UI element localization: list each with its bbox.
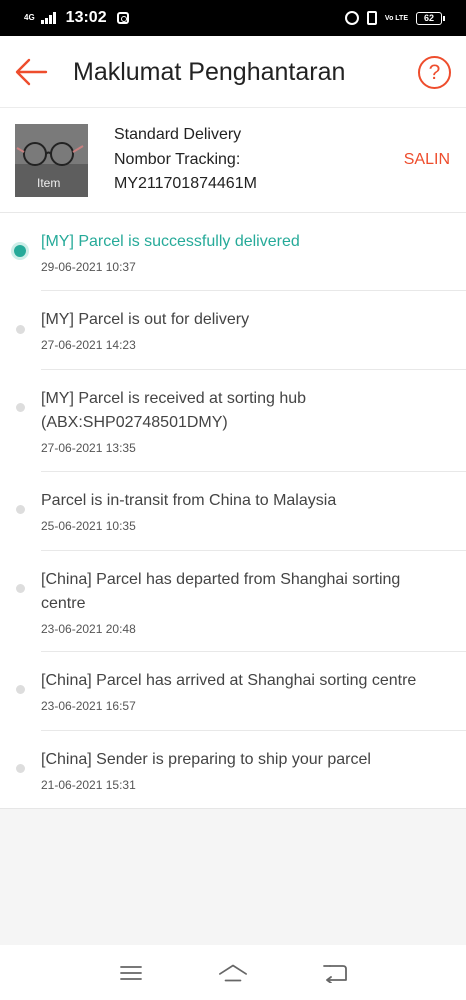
event-time: 27-06-2021 14:23 <box>41 338 136 352</box>
event-description: [MY] Parcel is received at sorting hub (… <box>41 390 307 431</box>
home-icon <box>219 964 247 981</box>
product-thumbnail: Item <box>15 124 88 197</box>
event-time: 21-06-2021 15:31 <box>41 778 136 792</box>
clock: 13:02 <box>65 9 107 26</box>
network-type: 4G <box>24 13 35 22</box>
event-time: 29-06-2021 10:37 <box>41 260 136 274</box>
status-dot-icon <box>16 325 25 334</box>
status-dot-icon <box>14 245 26 257</box>
timeline-event: [MY] Parcel is out for delivery 27-06-20… <box>16 291 466 370</box>
event-description: [MY] Parcel is successfully delivered <box>41 233 300 250</box>
status-bar: 4G 13:02 Vo LTE 62 <box>0 0 466 36</box>
delivery-type: Standard Delivery <box>114 126 242 143</box>
timeline-event: Parcel is in-transit from China to Malay… <box>16 472 466 551</box>
status-dot-icon <box>16 505 25 514</box>
help-button[interactable]: ? <box>418 56 451 89</box>
event-description: Parcel is in-transit from China to Malay… <box>41 492 337 509</box>
status-dot-icon <box>16 685 25 694</box>
event-description: [MY] Parcel is out for delivery <box>41 311 250 328</box>
battery-level: 62 <box>423 13 434 23</box>
page-title: Maklumat Penghantaran <box>73 58 346 86</box>
recent-apps-button[interactable] <box>116 961 146 985</box>
menu-icon <box>120 965 142 980</box>
back-nav-icon <box>323 964 347 983</box>
app-header: Maklumat Penghantaran ? <box>0 36 466 108</box>
system-nav-bar <box>0 945 466 1000</box>
volte-indicator: Vo LTE <box>384 14 408 22</box>
event-description: [China] Parcel has arrived at Shanghai s… <box>41 672 417 689</box>
copy-tracking-button[interactable]: SALIN <box>404 151 450 169</box>
status-dot-icon <box>16 584 25 593</box>
event-time: 27-06-2021 13:35 <box>41 441 136 455</box>
question-mark-icon: ? <box>428 60 441 84</box>
timeline-event: [MY] Parcel is successfully delivered 29… <box>14 213 466 291</box>
status-dot-icon <box>16 403 25 412</box>
instagram-notification-icon <box>116 12 129 24</box>
event-time: 25-06-2021 10:35 <box>41 519 136 533</box>
timeline-event: [China] Parcel has arrived at Shanghai s… <box>16 652 466 731</box>
system-back-button[interactable] <box>320 961 350 985</box>
shipment-info: Item Standard Delivery Nombor Tracking: … <box>0 108 466 213</box>
home-button[interactable] <box>218 961 248 985</box>
arrow-left-icon <box>15 58 48 86</box>
alarm-icon <box>344 11 359 25</box>
tracking-label: Nombor Tracking: <box>114 151 241 168</box>
timeline-event: [China] Parcel has departed from Shangha… <box>16 551 466 652</box>
event-time: 23-06-2021 20:48 <box>41 622 136 636</box>
timeline-event: [China] Sender is preparing to ship your… <box>16 731 466 808</box>
battery-icon: 62 <box>416 11 445 25</box>
tracking-number: MY211701874461M <box>114 175 257 192</box>
signal-icon <box>40 12 56 24</box>
event-time: 23-06-2021 16:57 <box>41 699 136 713</box>
status-dot-icon <box>16 764 25 773</box>
event-description: [China] Parcel has departed from Shangha… <box>41 571 401 612</box>
tracking-timeline: [MY] Parcel is successfully delivered 29… <box>0 213 466 809</box>
timeline-event: [MY] Parcel is received at sorting hub (… <box>16 370 466 472</box>
event-description: [China] Sender is preparing to ship your… <box>41 751 371 768</box>
vibrate-icon <box>366 11 377 25</box>
back-button[interactable] <box>14 56 48 88</box>
thumbnail-overlay-text: Item <box>37 176 61 190</box>
